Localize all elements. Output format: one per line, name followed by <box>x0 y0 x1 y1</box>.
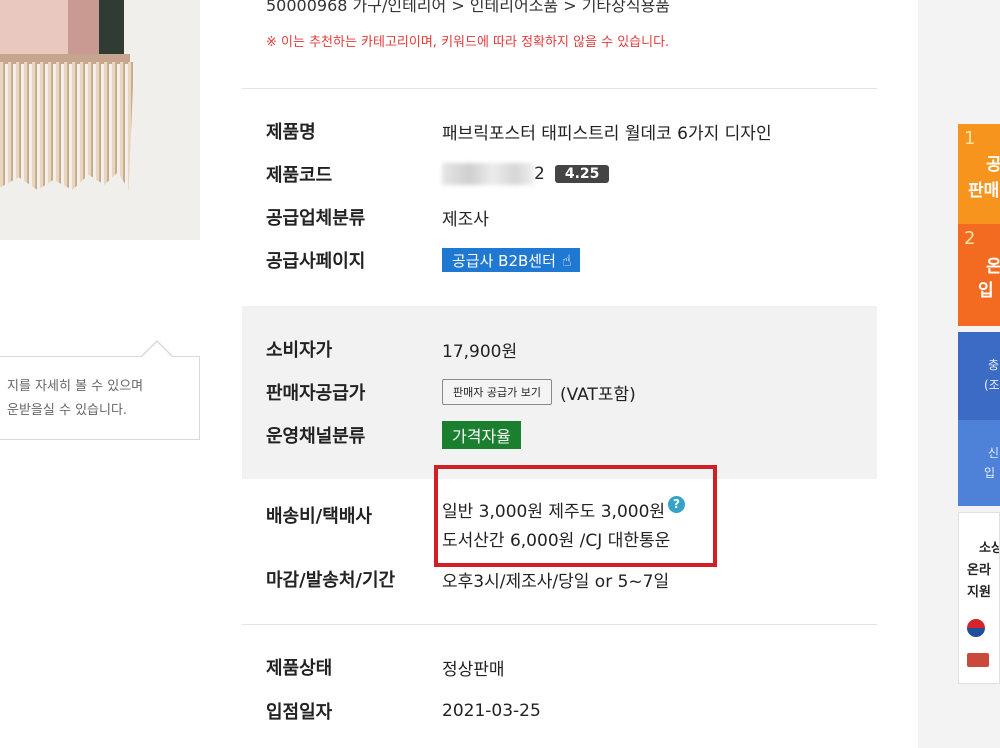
deadline-label: 마감/발송처/기간 <box>266 570 396 591</box>
deadline-value: 오후3시/제조사/당일 or 5~7일 <box>442 571 670 592</box>
channel-badge: 가격자율 <box>442 421 521 449</box>
divider <box>242 88 877 89</box>
consumer-price-row: 소비자가 17,900원 <box>266 334 517 364</box>
seller-price-row: 판매자공급가 판매자 공급가 보기 (VAT포함) <box>266 377 636 407</box>
divider <box>242 624 877 625</box>
product-name-row: 제품명 패브릭포스터 태피스트리 월데코 6가지 디자인 <box>266 116 772 146</box>
deadline-row: 마감/발송처/기간 오후3시/제조사/당일 or 5~7일 <box>266 564 669 594</box>
blurred-product-code <box>442 163 534 185</box>
sidebar-card-1[interactable]: 1 공 판매 <box>958 124 1000 224</box>
sidebar-info-card[interactable]: 소상 온라 지원 <box>958 512 1000 684</box>
supplier-type-label: 공급업체분류 <box>266 208 366 229</box>
tapestry-fringe <box>0 62 134 190</box>
status-row: 제품상태 정상판매 <box>266 652 505 682</box>
supplier-page-label: 공급사페이지 <box>266 251 366 272</box>
product-code-label: 제품코드 <box>266 165 333 186</box>
sidebar-info-line-1: 소상 <box>979 541 999 556</box>
product-name-value: 패브릭포스터 태피스트리 월데코 6가지 디자인 <box>442 123 772 144</box>
shipping-row: 배송비/택배사 <box>266 500 442 530</box>
shipping-highlight-box <box>434 465 717 567</box>
sidebar-info-line-2: 온라 <box>967 563 991 578</box>
tapestry-fabric <box>0 0 124 60</box>
supplier-page-row: 공급사페이지 공급사 B2B센터 ☝ <box>266 245 580 275</box>
channel-row: 운영채널분류 가격자율 <box>266 420 521 450</box>
status-value: 정상판매 <box>442 659 505 680</box>
sidebar-card-4-line-2: 입 <box>984 466 996 480</box>
sidebar-card-1-line-2: 판매 <box>968 181 1000 201</box>
view-seller-price-button[interactable]: 판매자 공급가 보기 <box>442 379 552 405</box>
agency-logo-icon <box>967 653 989 667</box>
category-note: ※ 이는 추천하는 카테고리이며, 키워드에 따라 정확하지 않을 수 있습니다… <box>266 35 670 50</box>
supplier-b2b-button[interactable]: 공급사 B2B센터 ☝ <box>442 248 580 272</box>
consumer-price-label: 소비자가 <box>266 340 333 361</box>
product-name-label: 제품명 <box>266 122 316 143</box>
status-label: 제품상태 <box>266 658 333 679</box>
sidebar-card-2[interactable]: 2 온 입 <box>958 224 1000 326</box>
supplier-type-row: 공급업체분류 제조사 <box>266 202 489 232</box>
sidebar-card-3-line-1: 충 <box>988 358 1000 372</box>
sidebar-card-2-number: 2 <box>964 228 976 249</box>
tooltip-line-1: 지를 자세히 볼 수 있으며 <box>7 379 144 394</box>
category-path[interactable]: 50000968 가구/인테리어 > 인테리어소품 > 기타장식용품 <box>266 0 670 16</box>
sidebar-card-4-line-1: 신 <box>988 446 1000 460</box>
supplier-type-value: 제조사 <box>442 209 489 230</box>
tooltip-line-2: 운받을실 수 있습니다. <box>7 403 128 418</box>
vat-note: (VAT포함) <box>559 384 636 405</box>
entry-date-value: 2021-03-25 <box>442 701 541 721</box>
government-emblem-icon <box>967 619 985 637</box>
entry-date-label: 입점일자 <box>266 702 333 723</box>
sidebar-card-1-line-1: 공 <box>986 155 1000 175</box>
seller-price-label: 판매자공급가 <box>266 383 366 404</box>
entry-date-row: 입점일자 2021-03-25 <box>266 696 541 726</box>
sidebar-card-2-line-2: 입 <box>978 281 994 301</box>
sidebar-info-line-3: 지원 <box>967 585 991 600</box>
pointer-hand-icon: ☝ <box>561 250 572 270</box>
sidebar-card-3[interactable]: 충 (조 <box>958 332 1000 420</box>
rating-badge: 4.25 <box>554 165 610 183</box>
sidebar-card-3-line-2: (조 <box>984 378 1000 392</box>
product-image[interactable] <box>0 0 200 240</box>
channel-label: 운영채널분류 <box>266 426 366 447</box>
shipping-label: 배송비/택배사 <box>266 506 372 527</box>
product-code-row: 제품코드 2 4.25 <box>266 159 610 189</box>
sidebar-card-2-line-1: 온 <box>986 257 1000 277</box>
product-code-suffix: 2 <box>534 164 545 184</box>
sidebar-card-4[interactable]: 신 입 <box>958 420 1000 506</box>
image-tooltip: 지를 자세히 볼 수 있으며 운받을실 수 있습니다. <box>0 340 200 440</box>
supplier-b2b-label: 공급사 B2B센터 <box>452 251 556 270</box>
consumer-price-value: 17,900원 <box>442 341 518 362</box>
sidebar-card-1-number: 1 <box>964 128 976 149</box>
